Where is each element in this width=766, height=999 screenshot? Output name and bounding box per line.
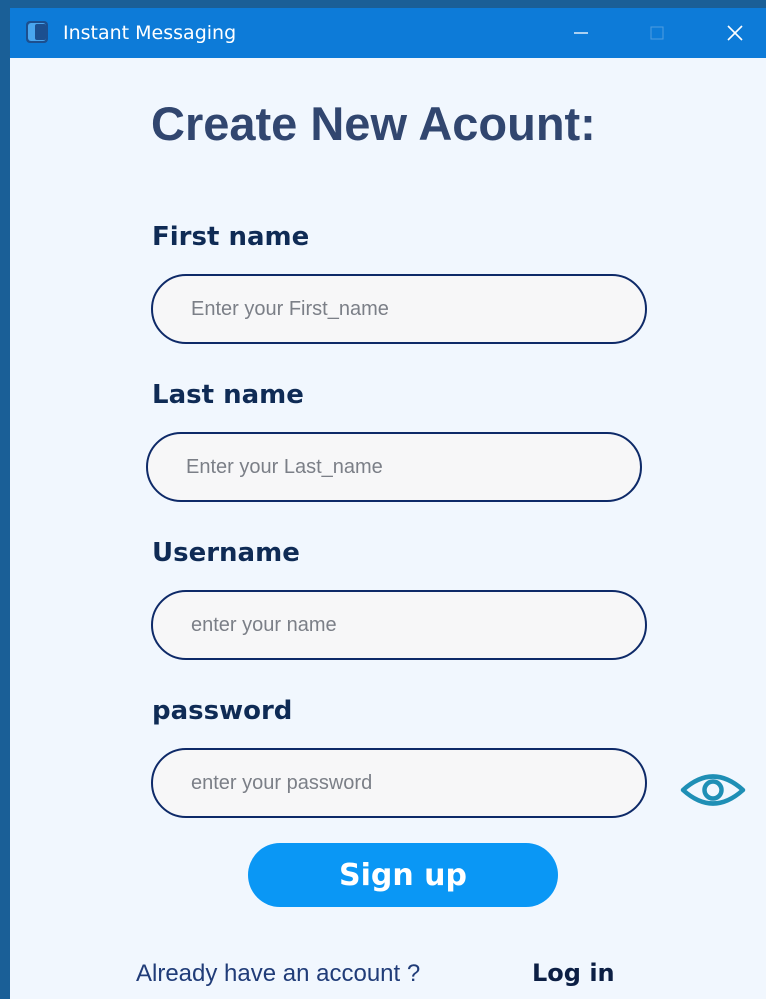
eye-icon[interactable] bbox=[680, 771, 746, 809]
close-icon bbox=[727, 25, 743, 41]
login-link[interactable]: Log in bbox=[532, 959, 615, 987]
password-label: password bbox=[152, 696, 293, 726]
username-label: Username bbox=[152, 538, 300, 568]
already-have-account-text: Already have an account ? bbox=[136, 960, 421, 987]
maximize-button[interactable] bbox=[632, 8, 682, 58]
app-window: Instant Messaging Create New Acount: Fir… bbox=[10, 8, 766, 999]
app-logo-icon bbox=[26, 21, 48, 43]
maximize-icon bbox=[650, 26, 664, 40]
minimize-button[interactable] bbox=[556, 8, 606, 58]
window-title: Instant Messaging bbox=[63, 22, 237, 44]
sign-up-button[interactable]: Sign up bbox=[248, 843, 558, 907]
username-input[interactable] bbox=[151, 590, 647, 660]
title-bar[interactable]: Instant Messaging bbox=[10, 8, 766, 58]
close-button[interactable] bbox=[710, 8, 760, 58]
first-name-input[interactable] bbox=[151, 274, 647, 344]
minimize-icon bbox=[574, 32, 588, 34]
last-name-input[interactable] bbox=[146, 432, 642, 502]
page-title: Create New Acount: bbox=[151, 97, 596, 150]
first-name-label: First name bbox=[152, 222, 310, 252]
password-input[interactable] bbox=[151, 748, 647, 818]
last-name-label: Last name bbox=[152, 380, 304, 410]
